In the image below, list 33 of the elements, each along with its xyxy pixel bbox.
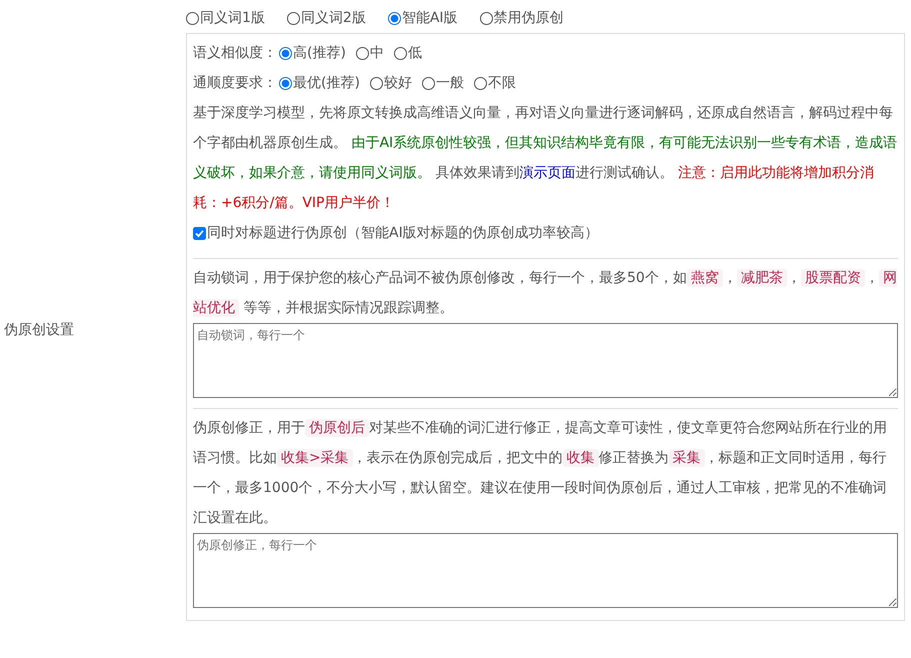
lock-words-field[interactable]: 自动锁词，每行一个 <box>193 323 898 398</box>
radio-button[interactable] <box>279 76 292 90</box>
radio-button[interactable] <box>279 46 292 60</box>
fluency-label: 通顺度要求： <box>193 74 277 92</box>
similarity-label: 语义相似度： <box>193 44 277 62</box>
radio-label[interactable]: 禁用伪原创 <box>494 9 564 27</box>
settings-label: 伪原创设置 <box>4 321 74 339</box>
demo-link[interactable]: 演示页面 <box>519 165 576 181</box>
checkbox[interactable] <box>193 226 206 240</box>
radio-button[interactable] <box>186 12 199 24</box>
correction-field[interactable]: 伪原创修正，每行一个 <box>193 533 898 608</box>
radio-label[interactable]: 不限 <box>488 74 516 92</box>
radio-label[interactable]: 低 <box>408 44 422 62</box>
radio-button[interactable] <box>286 12 300 24</box>
radio-label[interactable]: 较好 <box>384 74 412 92</box>
radio-button[interactable] <box>388 12 401 24</box>
radio-label[interactable]: 同义词1版 <box>200 9 265 27</box>
radio-label[interactable]: 智能AI版 <box>402 9 458 27</box>
radio-label[interactable]: 最优(推荐) <box>293 74 360 92</box>
radio-label[interactable]: 高(推荐) <box>293 44 346 62</box>
radio-button[interactable] <box>422 76 435 90</box>
radio-button[interactable] <box>394 46 407 60</box>
checkbox-label[interactable]: 同时对标题进行伪原创（智能AI版对标题的伪原创成功率较高） <box>207 224 599 242</box>
radio-label[interactable]: 同义词2版 <box>300 9 366 27</box>
radio-label[interactable]: 中 <box>370 44 384 62</box>
radio-button[interactable] <box>474 76 487 90</box>
radio-button[interactable] <box>480 12 493 24</box>
radio-button[interactable] <box>370 76 383 90</box>
lock-words-description: 自动锁词，用于保护您的核心产品词不被伪原创修改，每行一个，最多50个，如 燕窝 ， 减肥茶 ， 股票配资 ， 网站优化 等等，并根据实际情况跟踪调整。 <box>193 268 898 319</box>
description-text: 基于深度学习模型，先将原文转换成高维语义向量，再对语义向量进行逐词解码，还原成自然语言，解码过程中每个字都由机器原创生成。 由于AI系统原创性较强，但其知识结构毕竟有限，有可能无法识别一些专有术语，造成语义破坏，如果介意，请使用同义词版。 具体效果请到演示页面进行测试确认。 注意：启用此功能将增加积分消耗：+6积分/篇。VIP用户半价！ <box>193 104 898 213</box>
radio-button[interactable] <box>356 46 369 60</box>
correction-description: 伪原创修正，用于 伪原创后 对某些不准确的词汇进行修正，提高文章可读性，使文章更符合您网站所在行业的用语习惯。比如 收集>采集 ，表示在伪原创完成后，把文中的 收集 修正替换为 采集 ，标题和正文同时适用，每行一个，最多1000个，不分大小写，默认留空。建议在使用一段时间伪原创后，通过人工审核，把常见的不准确词汇设置在此。 <box>193 418 888 528</box>
radio-label[interactable]: 一般 <box>436 74 464 92</box>
